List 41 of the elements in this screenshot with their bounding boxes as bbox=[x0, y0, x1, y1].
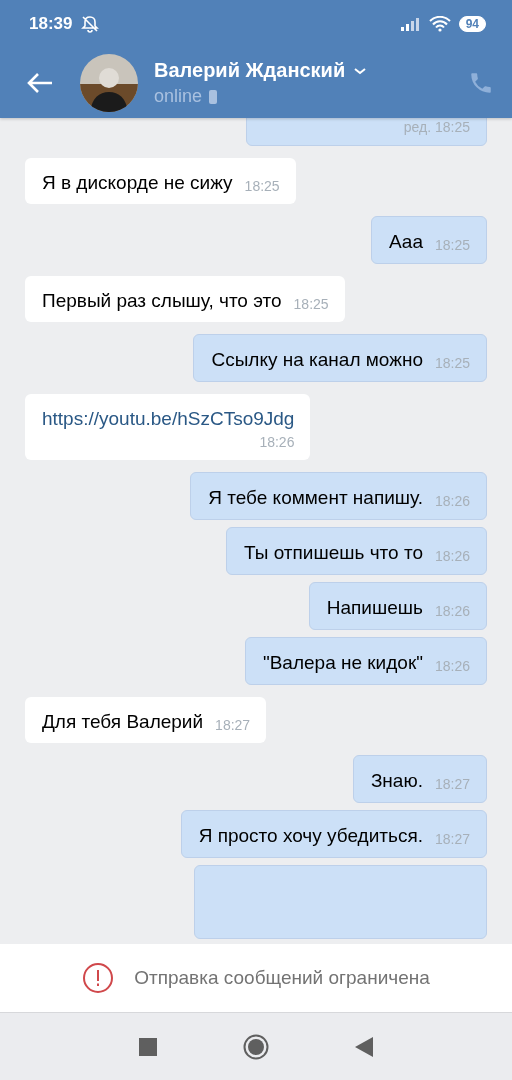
message-time: 18:25 bbox=[434, 236, 470, 254]
message-time: 18:26 bbox=[434, 547, 470, 565]
muted-bell-icon bbox=[80, 14, 101, 34]
avatar[interactable] bbox=[80, 54, 138, 112]
message-time: 18:25 bbox=[434, 354, 470, 372]
notice-text: Отправка сообщений ограничена bbox=[134, 967, 430, 989]
warning-icon bbox=[82, 962, 115, 994]
message-text: Ты отпишешь что то bbox=[243, 541, 423, 565]
message-time: 18:25 bbox=[293, 295, 329, 313]
chevron-down-icon[interactable] bbox=[353, 65, 368, 76]
message-text: Ааа bbox=[388, 230, 423, 254]
message-time: 18:26 bbox=[434, 492, 470, 510]
back-arrow-icon[interactable] bbox=[26, 71, 54, 95]
message-link[interactable]: https://youtu.be/hSzCTso9Jdg bbox=[42, 407, 295, 431]
message-text: Я тебе коммент напишу. bbox=[208, 486, 423, 510]
message-time: 18:27 bbox=[434, 775, 470, 793]
home-icon[interactable] bbox=[243, 1033, 269, 1060]
online-status: online bbox=[154, 86, 203, 107]
message-time: 18:25 bbox=[244, 177, 280, 195]
message-text: "Валера не кидок" bbox=[262, 651, 423, 675]
recents-icon[interactable] bbox=[139, 1037, 157, 1056]
message-text: Знаю. bbox=[370, 769, 423, 793]
wifi-icon bbox=[428, 16, 451, 32]
message-text: Напишешь bbox=[326, 596, 423, 620]
message-text: Первый раз слышу, что это bbox=[42, 289, 282, 313]
message-time: 18:26 bbox=[434, 657, 470, 675]
contact-name[interactable]: Валерий Жданский bbox=[154, 59, 346, 82]
status-time: 18:39 bbox=[29, 14, 73, 34]
battery-level: 94 bbox=[458, 16, 486, 32]
message-text: Я просто хочу убедиться. bbox=[198, 824, 423, 848]
message-text: Для тебя Валерий bbox=[42, 710, 204, 734]
signal-icon bbox=[400, 17, 421, 31]
message-text: Я в дискорде не сижу bbox=[42, 171, 233, 195]
message-time: 18:26 bbox=[259, 433, 295, 451]
message-time: 18:26 bbox=[434, 602, 470, 620]
message-text: Ссылку на канал можно bbox=[211, 348, 423, 372]
message-time: 18:27 bbox=[434, 830, 470, 848]
message-time: 18:27 bbox=[215, 716, 251, 734]
edited-time: ред. 18:25 bbox=[403, 118, 470, 136]
phone-device-icon bbox=[208, 88, 219, 105]
back-icon[interactable] bbox=[355, 1036, 373, 1057]
